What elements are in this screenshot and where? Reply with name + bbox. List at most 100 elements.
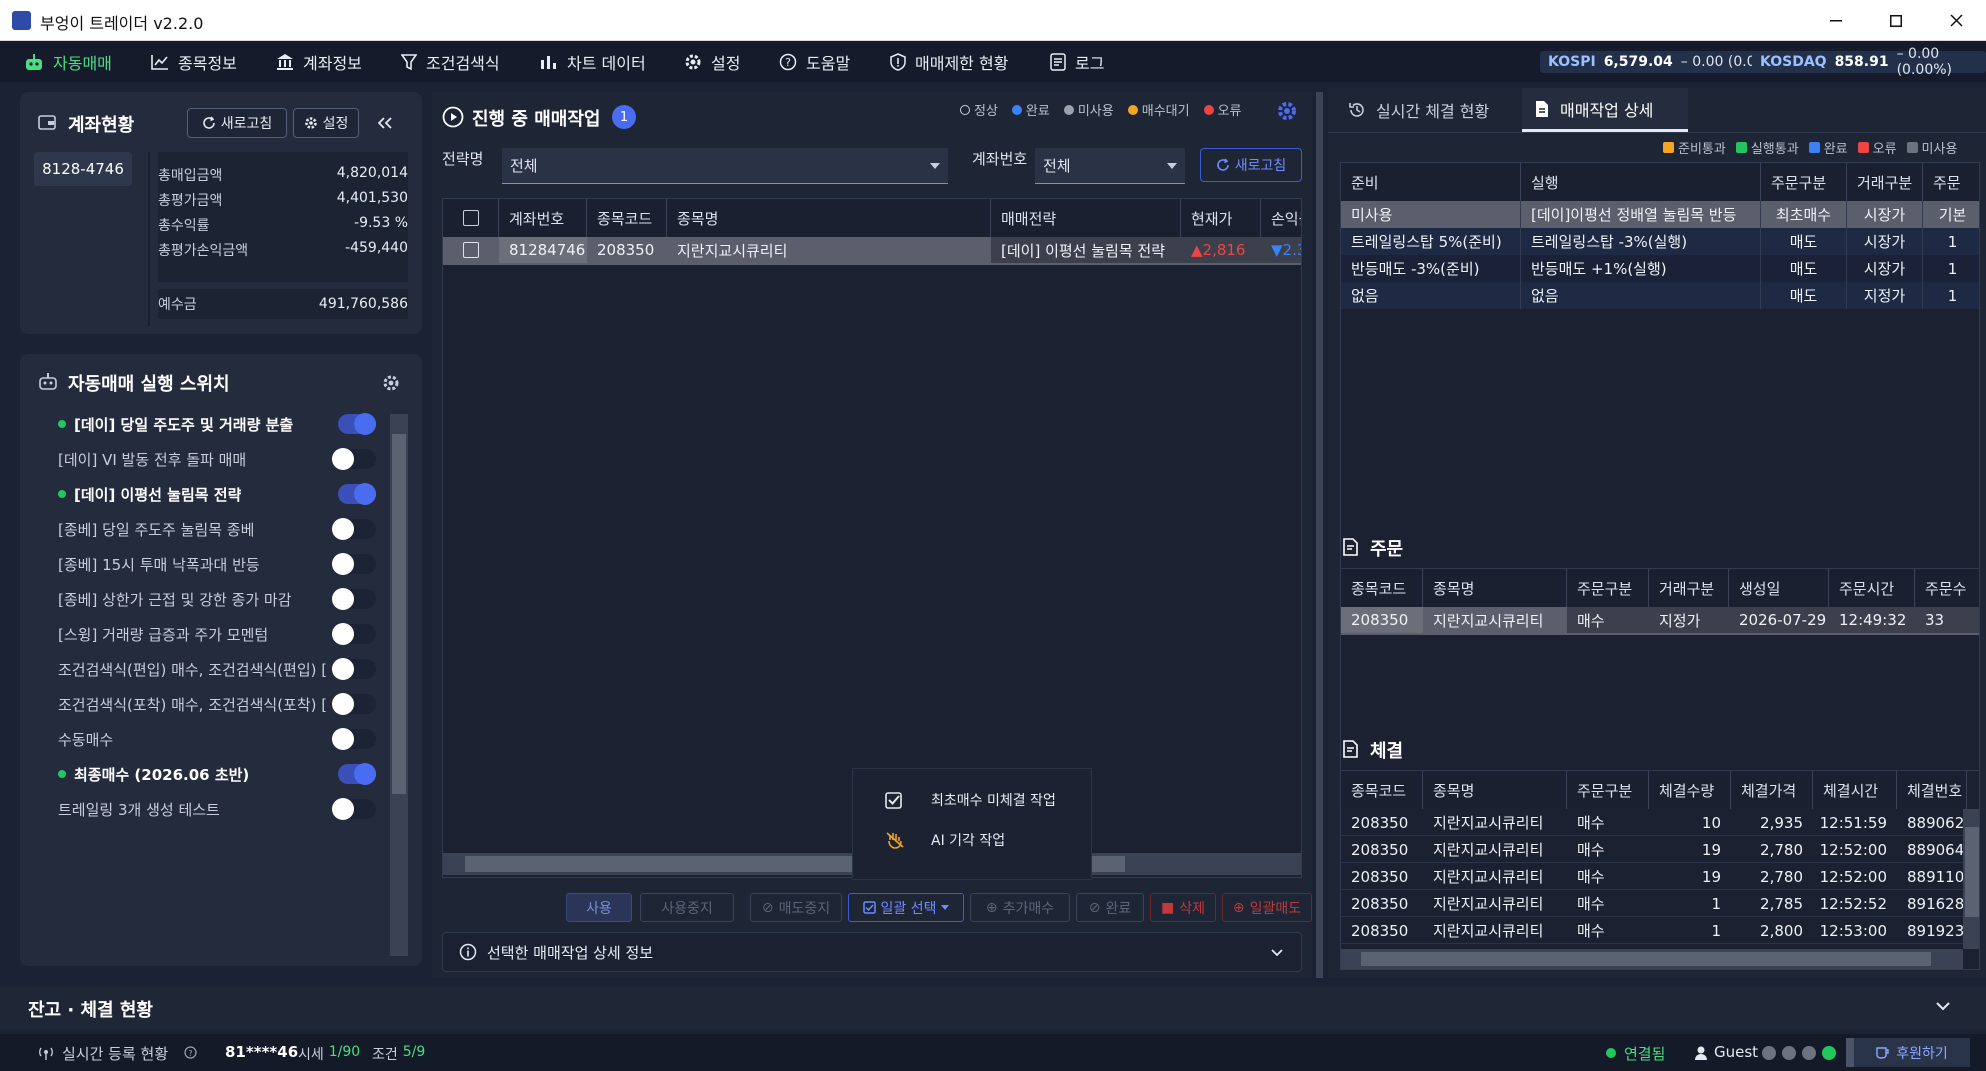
col-price[interactable]: 현재가	[1181, 199, 1261, 237]
col-order-type[interactable]: 주문구분	[1761, 163, 1847, 201]
table-row[interactable]: 반등매도 -3%(준비) 반등매도 +1%(실행) 매도 시장가 1	[1341, 255, 1979, 282]
account-settings-button[interactable]: 설정	[293, 108, 359, 138]
table-row[interactable]: 208350 지란지교시큐리티 매수 19 2,780 12:52:00 889110	[1341, 863, 1964, 890]
cell-strategy: [데이] 이평선 눌림목 전략	[991, 237, 1181, 263]
table-row[interactable]: 미사용 [데이]이평선 정배열 눌림목 반등 최초매수 시장가 기본	[1341, 201, 1979, 228]
strategy-select[interactable]: 전체	[502, 148, 948, 184]
table-row[interactable]: 81284746 208350 지란지교시큐리티 [데이] 이평선 눌림목 전략…	[443, 237, 1301, 265]
col-pnl[interactable]: 손익률	[1261, 199, 1301, 237]
menu-trade-limits[interactable]: 매매제한 현황	[890, 41, 1008, 82]
minimize-button[interactable]	[1806, 0, 1866, 41]
table-row[interactable]: 208350 지란지교시큐리티 매수 19 2,780 12:52:00 889064	[1341, 836, 1964, 863]
col-order-time[interactable]: 주문시간	[1829, 569, 1915, 607]
scrollbar-thumb[interactable]	[1965, 827, 1979, 917]
help-icon[interactable]: ?	[184, 1046, 197, 1059]
col-code[interactable]: 종목코드	[587, 199, 667, 237]
toggle-knob	[332, 693, 354, 715]
add-buy-button[interactable]: ⊕ 추가매수	[970, 893, 1070, 922]
row-checkbox[interactable]	[463, 242, 479, 258]
tab-task-detail[interactable]: 매매작업 상세	[1522, 88, 1688, 132]
col-created[interactable]: 생성일	[1729, 569, 1829, 607]
fills-vscrollbar[interactable]	[1963, 809, 1979, 949]
gear-icon[interactable]	[382, 374, 400, 392]
col-account[interactable]: 계좌번호	[499, 199, 587, 237]
use-button[interactable]: 사용	[566, 893, 632, 922]
stop-sell-button[interactable]: ⊘ 매도중지	[750, 893, 842, 922]
stop-use-button[interactable]: 사용중지	[640, 893, 734, 922]
menu-chart-data[interactable]: 차트 데이터	[540, 41, 646, 82]
menu-auto-trading[interactable]: 자동매매	[24, 41, 112, 82]
switch-toggle[interactable]	[332, 623, 376, 645]
tab-realtime-fills[interactable]: 실시간 체결 현황	[1348, 88, 1489, 132]
col-order-type[interactable]: 주문구분	[1567, 771, 1649, 809]
switch-toggle[interactable]	[332, 588, 376, 610]
table-row[interactable]: 트레일링스탑 5%(준비) 트레일링스탑 -3%(실행) 매도 시장가 1	[1341, 228, 1979, 255]
table-row[interactable]: 208350 지란지교시큐리티 매수 1 2,785 12:52:52 891628	[1341, 890, 1964, 917]
col-ready[interactable]: 준비	[1341, 163, 1521, 201]
menu-item-ai-rejected[interactable]: AI 기각 작업	[853, 823, 1093, 857]
col-fill-price[interactable]: 체결가격	[1731, 771, 1813, 809]
switch-toggle[interactable]	[332, 518, 376, 540]
switch-toggle[interactable]	[332, 448, 376, 470]
col-fill-no[interactable]: 체결번호	[1897, 771, 1967, 809]
col-name[interactable]: 종목명	[1423, 771, 1567, 809]
table-row[interactable]: 없음 없음 매도 지정가 1	[1341, 282, 1979, 309]
menu-log[interactable]: 로그	[1050, 41, 1104, 82]
col-code[interactable]: 종목코드	[1341, 771, 1423, 809]
scrollbar-thumb[interactable]	[392, 434, 406, 794]
switch-toggle[interactable]	[338, 763, 376, 785]
col-fill-time[interactable]: 체결시간	[1813, 771, 1897, 809]
account-select[interactable]: 전체	[1035, 148, 1185, 184]
complete-button[interactable]: ⊘ 완료	[1076, 893, 1144, 922]
col-trade-type[interactable]: 거래구분	[1847, 163, 1923, 201]
switch-toggle[interactable]	[332, 798, 376, 820]
col-order-qty[interactable]: 주문수	[1915, 569, 1979, 607]
col-code[interactable]: 종목코드	[1341, 569, 1423, 607]
menu-condition-search[interactable]: 조건검색식	[401, 41, 500, 82]
splitter[interactable]	[1316, 92, 1323, 978]
task-detail-expander[interactable]: 선택한 매매작업 상세 정보	[442, 932, 1302, 972]
task-refresh-button[interactable]: 새로고침	[1200, 148, 1302, 182]
select-all-checkbox[interactable]	[462, 210, 479, 226]
balance-fill-bar[interactable]: 잔고 · 체결 현황	[0, 986, 1986, 1030]
bulk-sell-button[interactable]: ⊕ 일괄매도	[1222, 893, 1312, 922]
table-row[interactable]: 208350 지란지교시큐리티 매수 지정가 2026-07-29 12:49:…	[1341, 607, 1979, 635]
table-row[interactable]: 208350 지란지교시큐리티 매수 10 2,935 12:51:59 889062	[1341, 809, 1964, 836]
support-label: 후원하기	[1896, 1045, 1948, 1062]
support-button[interactable]: 후원하기	[1846, 1038, 1970, 1067]
menu-item-unfilled-initial-buy[interactable]: 최초매수 미체결 작업	[853, 783, 1093, 817]
gear-icon[interactable]	[1276, 100, 1298, 122]
switch-toggle[interactable]	[338, 483, 376, 505]
table-row[interactable]: 208350 지란지교시큐리티 매수 1 2,800 12:53:00 891923	[1341, 917, 1964, 944]
switch-toggle[interactable]	[332, 658, 376, 680]
col-name[interactable]: 종목명	[667, 199, 991, 237]
collapse-panel-button[interactable]	[370, 108, 400, 138]
strategy-value: 전체	[510, 157, 538, 175]
delete-button[interactable]: ■ 삭제	[1150, 893, 1216, 922]
bulk-select-button[interactable]: 일괄 선택	[848, 893, 964, 922]
account-number-tab[interactable]: 8128-4746	[34, 152, 132, 186]
menu-help[interactable]: ? 도움말	[779, 41, 850, 82]
col-fill-qty[interactable]: 체결수량	[1649, 771, 1731, 809]
switch-toggle[interactable]	[338, 413, 376, 435]
switch-list-scrollbar[interactable]	[390, 414, 408, 956]
menu-stock-info[interactable]: 종목정보	[151, 41, 237, 82]
col-trade-type[interactable]: 거래구분	[1649, 569, 1729, 607]
scrollbar-thumb[interactable]	[1361, 952, 1931, 966]
col-order[interactable]: 주문	[1923, 163, 1979, 201]
maximize-button[interactable]	[1866, 0, 1926, 41]
col-strategy[interactable]: 매매전략	[991, 199, 1181, 237]
switch-toggle[interactable]	[332, 728, 376, 750]
fills-hscrollbar[interactable]	[1341, 949, 1963, 969]
account-refresh-button[interactable]: 새로고침	[187, 108, 287, 138]
col-order-type[interactable]: 주문구분	[1567, 569, 1649, 607]
switch-toggle[interactable]	[332, 693, 376, 715]
menu-settings[interactable]: 설정	[684, 41, 740, 82]
fill-cell: 지란지교시큐리티	[1433, 841, 1544, 859]
switch-toggle[interactable]	[332, 553, 376, 575]
col-name[interactable]: 종목명	[1423, 569, 1567, 607]
menu-account-info[interactable]: 계좌정보	[276, 41, 362, 82]
col-exec[interactable]: 실행	[1521, 163, 1761, 201]
active-dot-icon	[58, 420, 66, 428]
close-button[interactable]	[1926, 0, 1986, 41]
